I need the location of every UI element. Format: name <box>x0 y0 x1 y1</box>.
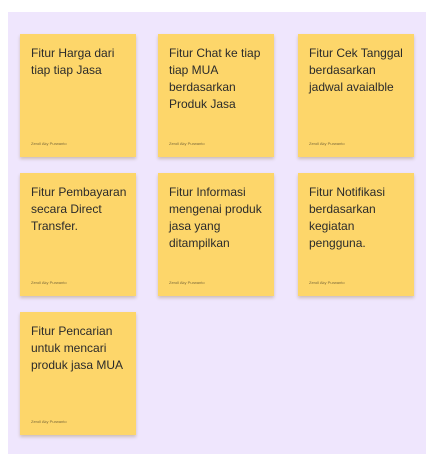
sticky-note-text: Fitur Pembayaran secara Direct Transfer. <box>31 185 127 233</box>
sticky-note-author: Zeroll Aky Purwanto <box>309 280 345 285</box>
sticky-note-author: Zeroll Aky Purwanto <box>31 280 67 285</box>
sticky-note-informasi[interactable]: Fitur Informasi mengenai produk jasa yan… <box>158 173 274 296</box>
sticky-note-notifikasi[interactable]: Fitur Notifikasi berdasarkan kegiatan pe… <box>298 173 414 296</box>
sticky-note-board: Fitur Harga dari tiap tiap Jasa Zeroll A… <box>8 12 426 454</box>
sticky-note-chat[interactable]: Fitur Chat ke tiap tiap MUA berdasarkan … <box>158 34 274 157</box>
sticky-note-pembayaran[interactable]: Fitur Pembayaran secara Direct Transfer.… <box>20 173 136 296</box>
sticky-note-text: Fitur Cek Tanggal berdasarkan jadwal ava… <box>309 46 403 94</box>
sticky-note-cek-tanggal[interactable]: Fitur Cek Tanggal berdasarkan jadwal ava… <box>298 34 414 157</box>
sticky-note-author: Zeroll Aky Purwanto <box>309 141 345 146</box>
sticky-note-harga[interactable]: Fitur Harga dari tiap tiap Jasa Zeroll A… <box>20 34 136 157</box>
sticky-note-pencarian[interactable]: Fitur Pencarian untuk mencari produk jas… <box>20 312 136 435</box>
sticky-note-text: Fitur Harga dari tiap tiap Jasa <box>31 46 115 77</box>
sticky-note-text: Fitur Informasi mengenai produk jasa yan… <box>169 185 262 250</box>
sticky-note-author: Zeroll Aky Purwanto <box>169 141 205 146</box>
sticky-note-author: Zeroll Aky Purwanto <box>169 280 205 285</box>
sticky-note-text: Fitur Notifikasi berdasarkan kegiatan pe… <box>309 185 386 250</box>
sticky-note-author: Zeroll Aky Purwanto <box>31 141 67 146</box>
sticky-note-text: Fitur Chat ke tiap tiap MUA berdasarkan … <box>169 46 261 111</box>
sticky-note-text: Fitur Pencarian untuk mencari produk jas… <box>31 324 124 372</box>
sticky-note-author: Zeroll Aky Purwanto <box>31 419 67 424</box>
